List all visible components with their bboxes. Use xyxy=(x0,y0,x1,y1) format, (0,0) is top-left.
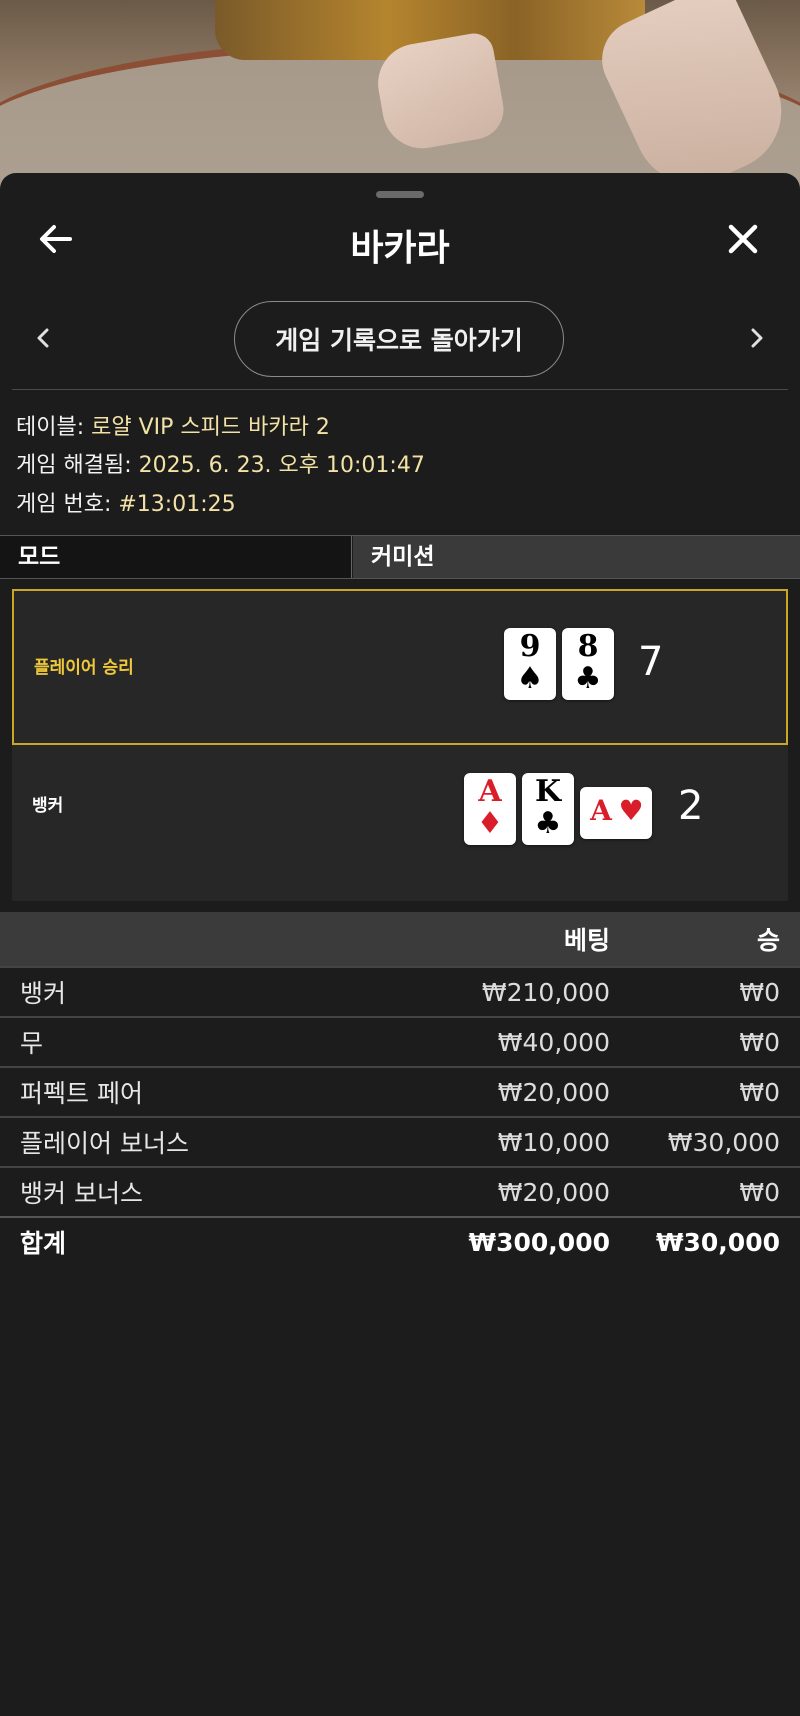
banker-card: K ♣ xyxy=(522,773,574,845)
chevron-left-icon[interactable] xyxy=(28,323,58,353)
bet-amount: ₩20,000 xyxy=(380,1066,630,1117)
mode-bar: 모드 커미션 xyxy=(0,535,800,579)
banker-card: A ♦ xyxy=(464,773,516,845)
bet-header: 베팅 xyxy=(380,912,630,967)
player-win-label: 플레이어 승리 xyxy=(34,658,134,678)
table-info: 테이블: 로얄 VIP 스피드 바카라 2 xyxy=(16,409,330,441)
total-row: 합계 ₩300,000 ₩30,000 xyxy=(0,1216,800,1266)
resolved-info: 게임 해결됨: 2025. 6. 23. 오후 10:01:47 xyxy=(16,447,425,479)
bet-name: 퍼펙트 페어 xyxy=(0,1066,380,1117)
bet-amount: ₩210,000 xyxy=(380,966,630,1017)
card-rank: A xyxy=(590,794,612,827)
bet-name: 뱅커 xyxy=(0,966,380,1017)
total-win: ₩30,000 xyxy=(630,1216,800,1266)
win-amount: ₩0 xyxy=(630,966,800,1017)
table-row: 퍼펙트 페어 ₩20,000 ₩0 xyxy=(0,1066,800,1117)
card-rank: A xyxy=(478,774,502,809)
table-header: 베팅 승 xyxy=(0,912,800,967)
top-bar: 바카라 xyxy=(0,209,800,273)
commission-label: 커미션 xyxy=(353,536,800,578)
heart-icon: ♥ xyxy=(618,794,644,827)
win-amount: ₩30,000 xyxy=(630,1116,800,1167)
player-score: 7 xyxy=(638,639,664,685)
bets-table: 베팅 승 뱅커 ₩210,000 ₩0 무 ₩40,000 ₩0 퍼펙트 페어 … xyxy=(0,912,800,1266)
game-number-label: 게임 번호: xyxy=(16,492,119,517)
back-to-history-button[interactable]: 게임 기록으로 돌아가기 xyxy=(234,301,564,377)
round-result: 플레이어 승리 9 ♠ 8 ♣ 7 뱅커 A ♦ K ♣ A ♥ 2 xyxy=(12,589,788,901)
bet-type-header xyxy=(0,912,380,967)
history-nav: 게임 기록으로 돌아가기 xyxy=(0,301,800,381)
total-label: 합계 xyxy=(0,1216,380,1266)
card-rank: 8 xyxy=(577,629,599,664)
mode-label: 모드 xyxy=(0,536,352,578)
spade-icon: ♠ xyxy=(516,661,544,696)
table-value: 로얄 VIP 스피드 바카라 2 xyxy=(91,415,330,440)
close-icon[interactable] xyxy=(723,219,763,259)
bet-amount: ₩10,000 xyxy=(380,1116,630,1167)
resolved-label: 게임 해결됨: xyxy=(16,453,139,478)
club-icon: ♣ xyxy=(534,806,562,841)
table-row: 뱅커 보너스 ₩20,000 ₩0 xyxy=(0,1166,800,1217)
win-amount: ₩0 xyxy=(630,1066,800,1117)
bet-amount: ₩20,000 xyxy=(380,1166,630,1217)
bet-amount: ₩40,000 xyxy=(380,1016,630,1067)
drag-handle[interactable] xyxy=(376,191,424,198)
win-header: 승 xyxy=(630,912,800,967)
banker-third-card: A ♥ xyxy=(580,787,652,839)
resolved-value: 2025. 6. 23. 오후 10:01:47 xyxy=(138,453,425,478)
win-amount: ₩0 xyxy=(630,1016,800,1067)
bet-name: 무 xyxy=(0,1016,380,1067)
player-card: 8 ♣ xyxy=(562,628,614,700)
bet-name: 플레이어 보너스 xyxy=(0,1116,380,1167)
diamond-icon: ♦ xyxy=(476,806,504,841)
banker-label: 뱅커 xyxy=(32,796,64,816)
page-title: 바카라 xyxy=(350,228,450,269)
table-row: 뱅커 ₩210,000 ₩0 xyxy=(0,966,800,1017)
live-video-background xyxy=(0,0,800,200)
card-rank: 9 xyxy=(519,629,541,664)
divider xyxy=(12,389,788,390)
game-history-sheet: 바카라 게임 기록으로 돌아가기 테이블: 로얄 VIP 스피드 바카라 2 게… xyxy=(0,173,800,1716)
game-number-value: #13:01:25 xyxy=(118,492,236,517)
banker-result-row: 뱅커 A ♦ K ♣ A ♥ 2 xyxy=(12,745,788,901)
table-label: 테이블: xyxy=(16,415,92,440)
game-number-info: 게임 번호: #13:01:25 xyxy=(16,486,236,518)
player-result-row: 플레이어 승리 9 ♠ 8 ♣ 7 xyxy=(12,589,788,745)
win-amount: ₩0 xyxy=(630,1166,800,1217)
card-rank: K xyxy=(534,774,562,809)
table-row: 무 ₩40,000 ₩0 xyxy=(0,1016,800,1067)
player-card: 9 ♠ xyxy=(504,628,556,700)
table-row: 플레이어 보너스 ₩10,000 ₩30,000 xyxy=(0,1116,800,1167)
chevron-right-icon[interactable] xyxy=(742,323,772,353)
banker-score: 2 xyxy=(678,783,704,829)
total-bet: ₩300,000 xyxy=(380,1216,630,1266)
club-icon: ♣ xyxy=(574,661,602,696)
bet-name: 뱅커 보너스 xyxy=(0,1166,380,1217)
